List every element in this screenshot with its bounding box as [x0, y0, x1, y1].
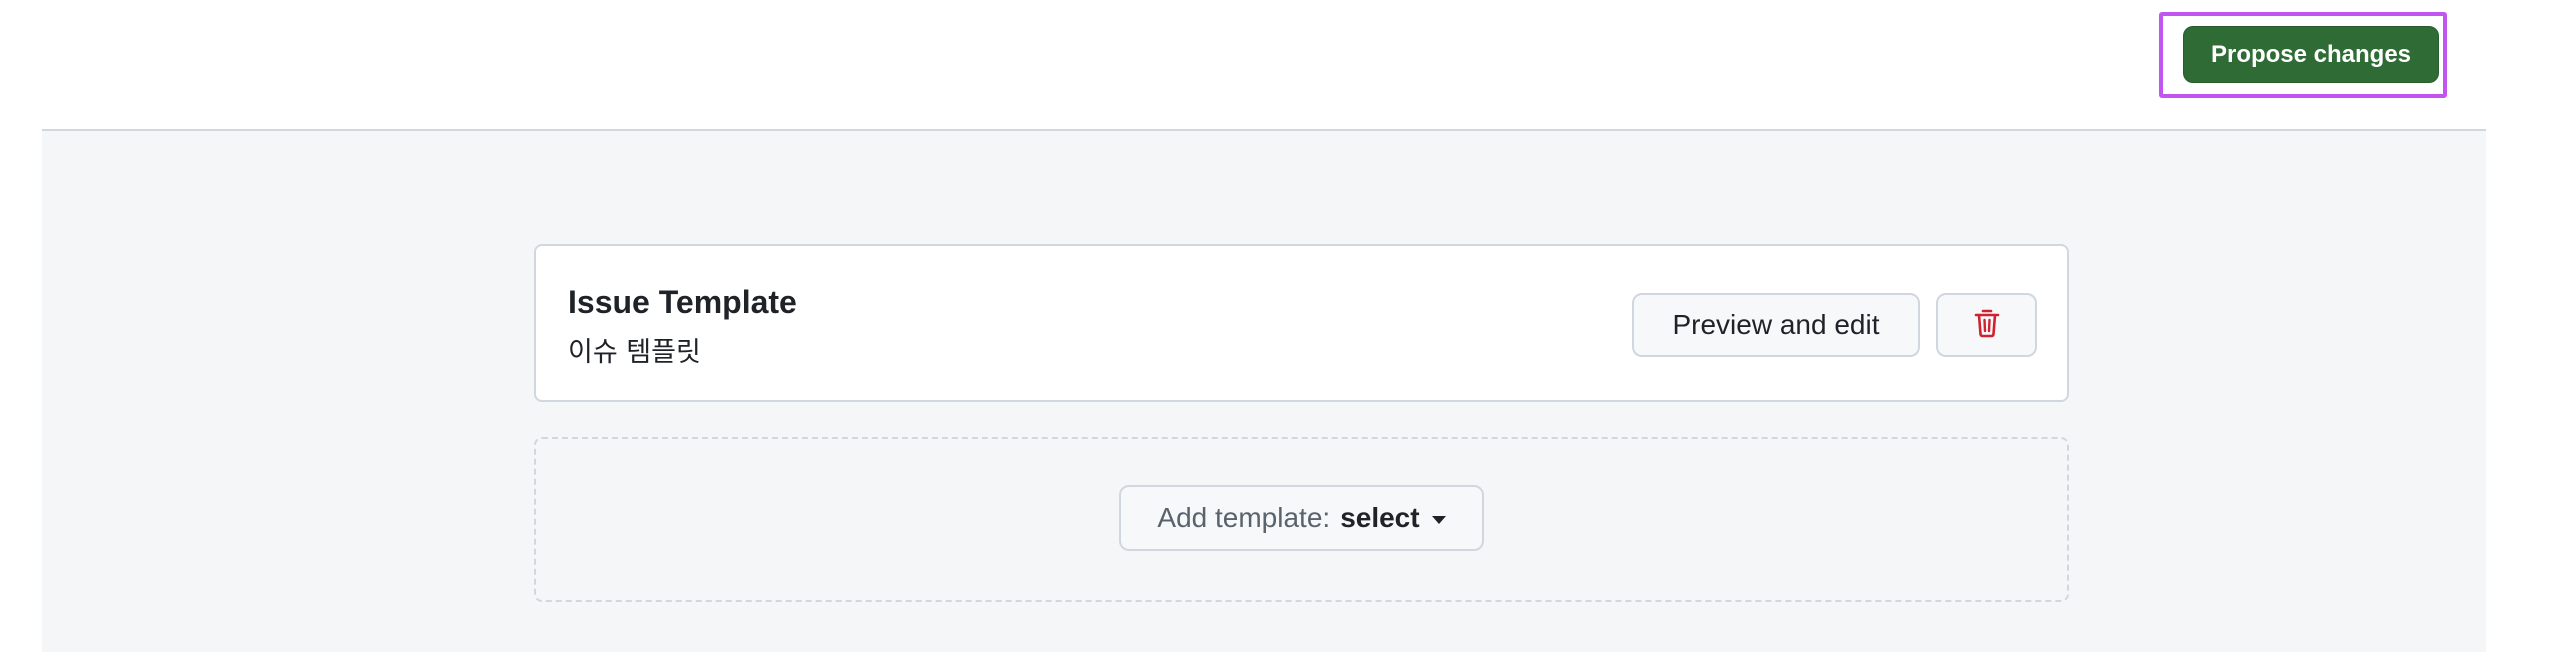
template-description: 이슈 템플릿	[568, 337, 701, 368]
template-card: Issue Template 이슈 템플릿 Preview and edit	[534, 244, 2069, 402]
main-content: Issue Template 이슈 템플릿 Preview and edit A…	[42, 131, 2486, 652]
propose-changes-button[interactable]: Propose changes	[2183, 26, 2439, 83]
trash-icon	[1974, 308, 2000, 343]
add-template-label: Add template:	[1157, 502, 1331, 533]
chevron-down-icon	[1431, 515, 1446, 524]
add-template-select-button[interactable]: Add template: select	[1119, 485, 1484, 551]
add-template-value: select	[1340, 502, 1420, 533]
template-title: Issue Template	[568, 284, 797, 320]
preview-and-edit-button[interactable]: Preview and edit	[1632, 293, 1920, 357]
delete-template-button[interactable]	[1936, 293, 2037, 357]
add-template-area: Add template: select	[534, 437, 2069, 602]
top-bar: Propose changes	[0, 0, 2554, 130]
